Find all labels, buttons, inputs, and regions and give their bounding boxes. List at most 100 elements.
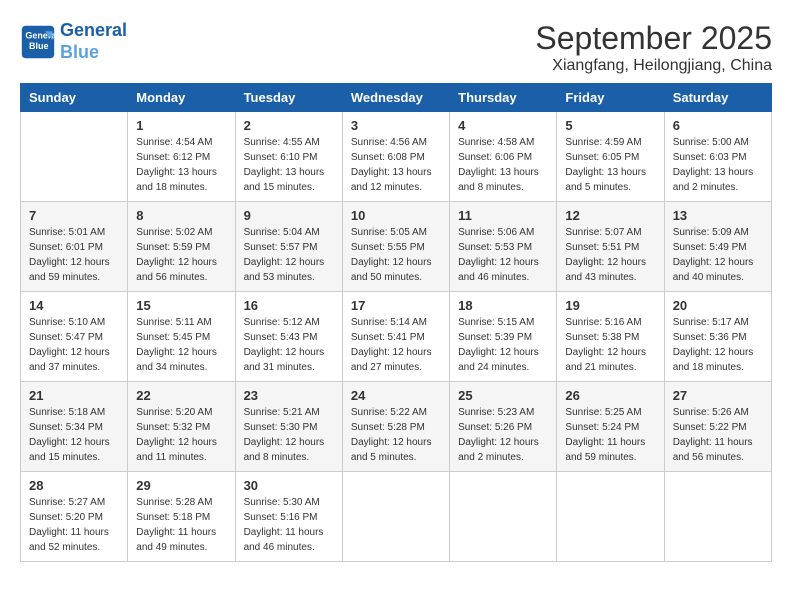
calendar-cell: 28 Sunrise: 5:27 AM Sunset: 5:20 PM Dayli…	[21, 472, 128, 562]
calendar-week-row: 1 Sunrise: 4:54 AM Sunset: 6:12 PM Daylig…	[21, 112, 772, 202]
calendar-cell: 24Sunrise: 5:22 AM Sunset: 5:28 PM Dayli…	[342, 382, 449, 472]
day-number: 27	[673, 388, 763, 403]
day-number: 26	[565, 388, 655, 403]
column-header-saturday: Saturday	[664, 84, 771, 112]
calendar-header-row: SundayMondayTuesdayWednesdayThursdayFrid…	[21, 84, 772, 112]
calendar-cell: 10Sunrise: 5:05 AM Sunset: 5:55 PM Dayli…	[342, 202, 449, 292]
calendar-week-row: 28 Sunrise: 5:27 AM Sunset: 5:20 PM Dayli…	[21, 472, 772, 562]
calendar-cell: 22 Sunrise: 5:20 AM Sunset: 5:32 PM Dayli…	[128, 382, 235, 472]
day-info: Sunrise: 5:11 AM Sunset: 5:45 PM Dayligh…	[136, 315, 226, 375]
calendar-cell: 9 Sunrise: 5:04 AM Sunset: 5:57 PM Daylig…	[235, 202, 342, 292]
svg-text:Blue: Blue	[29, 41, 49, 51]
day-number: 5	[565, 118, 655, 133]
day-info: Sunrise: 5:21 AM Sunset: 5:30 PM Dayligh…	[244, 405, 334, 465]
day-info: Sunrise: 5:09 AM Sunset: 5:49 PM Dayligh…	[673, 225, 763, 285]
day-number: 11	[458, 208, 548, 223]
calendar-cell	[342, 472, 449, 562]
day-number: 28	[29, 478, 119, 493]
day-number: 6	[673, 118, 763, 133]
day-info: Sunrise: 4:59 AM Sunset: 6:05 PM Dayligh…	[565, 135, 655, 195]
calendar-cell: 1 Sunrise: 4:54 AM Sunset: 6:12 PM Daylig…	[128, 112, 235, 202]
calendar-cell: 21Sunrise: 5:18 AM Sunset: 5:34 PM Dayli…	[21, 382, 128, 472]
calendar-cell	[21, 112, 128, 202]
day-number: 4	[458, 118, 548, 133]
day-info: Sunrise: 4:54 AM Sunset: 6:12 PM Dayligh…	[136, 135, 226, 195]
logo-text: General Blue	[60, 20, 127, 63]
day-info: Sunrise: 5:30 AM Sunset: 5:16 PM Dayligh…	[244, 495, 334, 555]
calendar-cell: 13Sunrise: 5:09 AM Sunset: 5:49 PM Dayli…	[664, 202, 771, 292]
calendar-header: SundayMondayTuesdayWednesdayThursdayFrid…	[21, 84, 772, 112]
day-info: Sunrise: 5:06 AM Sunset: 5:53 PM Dayligh…	[458, 225, 548, 285]
day-number: 22	[136, 388, 226, 403]
calendar-cell: 15 Sunrise: 5:11 AM Sunset: 5:45 PM Dayli…	[128, 292, 235, 382]
page-title: September 2025	[535, 20, 772, 57]
calendar-cell: 20 Sunrise: 5:17 AM Sunset: 5:36 PM Dayli…	[664, 292, 771, 382]
calendar-body: 1 Sunrise: 4:54 AM Sunset: 6:12 PM Daylig…	[21, 112, 772, 562]
day-number: 21	[29, 388, 119, 403]
day-number: 14	[29, 298, 119, 313]
day-info: Sunrise: 5:15 AM Sunset: 5:39 PM Dayligh…	[458, 315, 548, 375]
day-number: 3	[351, 118, 441, 133]
day-number: 2	[244, 118, 334, 133]
calendar-cell: 8Sunrise: 5:02 AM Sunset: 5:59 PM Daylig…	[128, 202, 235, 292]
calendar-cell: 14 Sunrise: 5:10 AM Sunset: 5:47 PM Dayli…	[21, 292, 128, 382]
calendar-week-row: 21Sunrise: 5:18 AM Sunset: 5:34 PM Dayli…	[21, 382, 772, 472]
day-info: Sunrise: 5:17 AM Sunset: 5:36 PM Dayligh…	[673, 315, 763, 375]
day-info: Sunrise: 5:12 AM Sunset: 5:43 PM Dayligh…	[244, 315, 334, 375]
calendar-cell: 23 Sunrise: 5:21 AM Sunset: 5:30 PM Dayli…	[235, 382, 342, 472]
day-info: Sunrise: 5:10 AM Sunset: 5:47 PM Dayligh…	[29, 315, 119, 375]
day-info: Sunrise: 5:22 AM Sunset: 5:28 PM Dayligh…	[351, 405, 441, 465]
day-info: Sunrise: 5:23 AM Sunset: 5:26 PM Dayligh…	[458, 405, 548, 465]
column-header-sunday: Sunday	[21, 84, 128, 112]
day-number: 19	[565, 298, 655, 313]
calendar-cell: 25 Sunrise: 5:23 AM Sunset: 5:26 PM Dayli…	[450, 382, 557, 472]
column-header-friday: Friday	[557, 84, 664, 112]
calendar-cell: 29 Sunrise: 5:28 AM Sunset: 5:18 PM Dayli…	[128, 472, 235, 562]
day-info: Sunrise: 4:55 AM Sunset: 6:10 PM Dayligh…	[244, 135, 334, 195]
calendar-cell: 6 Sunrise: 5:00 AM Sunset: 6:03 PM Daylig…	[664, 112, 771, 202]
logo: General Blue General Blue	[20, 20, 127, 63]
day-info: Sunrise: 5:05 AM Sunset: 5:55 PM Dayligh…	[351, 225, 441, 285]
day-info: Sunrise: 5:26 AM Sunset: 5:22 PM Dayligh…	[673, 405, 763, 465]
day-number: 1	[136, 118, 226, 133]
day-info: Sunrise: 4:58 AM Sunset: 6:06 PM Dayligh…	[458, 135, 548, 195]
calendar-cell	[557, 472, 664, 562]
day-info: Sunrise: 5:27 AM Sunset: 5:20 PM Dayligh…	[29, 495, 119, 555]
day-info: Sunrise: 5:20 AM Sunset: 5:32 PM Dayligh…	[136, 405, 226, 465]
calendar-cell: 12 Sunrise: 5:07 AM Sunset: 5:51 PM Dayli…	[557, 202, 664, 292]
day-info: Sunrise: 5:28 AM Sunset: 5:18 PM Dayligh…	[136, 495, 226, 555]
page-header: General Blue General Blue September 2025…	[20, 20, 772, 75]
day-info: Sunrise: 5:25 AM Sunset: 5:24 PM Dayligh…	[565, 405, 655, 465]
day-info: Sunrise: 5:00 AM Sunset: 6:03 PM Dayligh…	[673, 135, 763, 195]
day-number: 29	[136, 478, 226, 493]
calendar-cell: 16 Sunrise: 5:12 AM Sunset: 5:43 PM Dayli…	[235, 292, 342, 382]
day-number: 20	[673, 298, 763, 313]
column-header-wednesday: Wednesday	[342, 84, 449, 112]
day-number: 16	[244, 298, 334, 313]
calendar-cell: 18Sunrise: 5:15 AM Sunset: 5:39 PM Dayli…	[450, 292, 557, 382]
day-info: Sunrise: 5:16 AM Sunset: 5:38 PM Dayligh…	[565, 315, 655, 375]
title-block: September 2025 Xiangfang, Heilongjiang, …	[535, 20, 772, 75]
calendar-cell	[450, 472, 557, 562]
day-info: Sunrise: 5:01 AM Sunset: 6:01 PM Dayligh…	[29, 225, 119, 285]
day-number: 9	[244, 208, 334, 223]
page-subtitle: Xiangfang, Heilongjiang, China	[535, 57, 772, 75]
calendar-cell: 7Sunrise: 5:01 AM Sunset: 6:01 PM Daylig…	[21, 202, 128, 292]
day-number: 12	[565, 208, 655, 223]
calendar-cell: 19 Sunrise: 5:16 AM Sunset: 5:38 PM Dayli…	[557, 292, 664, 382]
calendar-cell: 26 Sunrise: 5:25 AM Sunset: 5:24 PM Dayli…	[557, 382, 664, 472]
calendar-cell: 3Sunrise: 4:56 AM Sunset: 6:08 PM Daylig…	[342, 112, 449, 202]
day-info: Sunrise: 5:07 AM Sunset: 5:51 PM Dayligh…	[565, 225, 655, 285]
day-info: Sunrise: 5:04 AM Sunset: 5:57 PM Dayligh…	[244, 225, 334, 285]
calendar-cell	[664, 472, 771, 562]
day-number: 15	[136, 298, 226, 313]
calendar-week-row: 14 Sunrise: 5:10 AM Sunset: 5:47 PM Dayli…	[21, 292, 772, 382]
day-number: 17	[351, 298, 441, 313]
column-header-monday: Monday	[128, 84, 235, 112]
calendar-table: SundayMondayTuesdayWednesdayThursdayFrid…	[20, 83, 772, 562]
day-number: 25	[458, 388, 548, 403]
day-info: Sunrise: 5:02 AM Sunset: 5:59 PM Dayligh…	[136, 225, 226, 285]
calendar-cell: 4 Sunrise: 4:58 AM Sunset: 6:06 PM Daylig…	[450, 112, 557, 202]
calendar-cell: 11 Sunrise: 5:06 AM Sunset: 5:53 PM Dayli…	[450, 202, 557, 292]
day-number: 23	[244, 388, 334, 403]
